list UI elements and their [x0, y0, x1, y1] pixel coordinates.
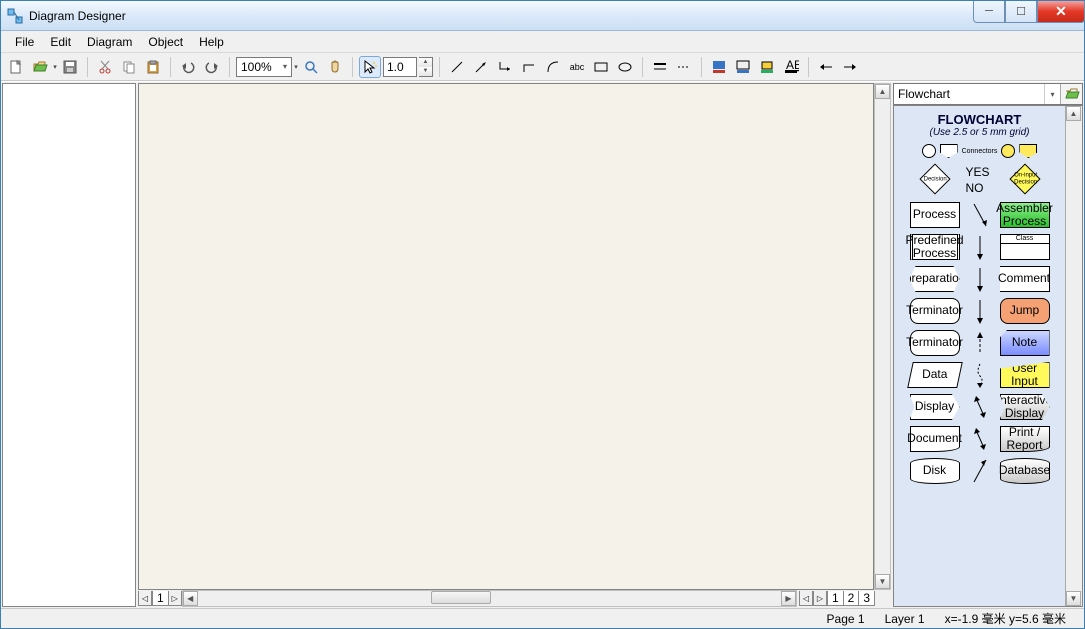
sheet-tab-1[interactable]: 1: [152, 591, 169, 606]
shape-connector-circle[interactable]: [922, 144, 936, 158]
connector2-button[interactable]: [518, 56, 540, 78]
arrowend-button[interactable]: [839, 56, 861, 78]
shape-class[interactable]: Class: [1000, 234, 1050, 260]
shape-userinput[interactable]: User Input: [1000, 362, 1050, 388]
toolbar: ▾ 100%▾ ▾ 1.0 ▲▼ abc AB: [1, 53, 1084, 81]
dash-button[interactable]: [673, 56, 695, 78]
shape-disk[interactable]: Disk: [910, 458, 960, 484]
layer-tab-3[interactable]: 3: [858, 591, 875, 606]
shape-terminator[interactable]: Terminator: [910, 298, 960, 324]
shape-display[interactable]: Display: [910, 394, 960, 420]
drawing-canvas[interactable]: [138, 83, 874, 590]
shape-palette: FLOWCHART (Use 2.5 or 5 mm grid) Connect…: [893, 105, 1083, 607]
paste-button[interactable]: [142, 56, 164, 78]
shape-document[interactable]: Document: [910, 426, 960, 452]
palette-combo-value: Flowchart: [898, 87, 950, 101]
save-button[interactable]: [59, 56, 81, 78]
menubar: File Edit Diagram Object Help: [1, 31, 1084, 53]
shape-comment[interactable]: Comment: [1000, 266, 1050, 292]
minimize-button[interactable]: ─: [973, 1, 1005, 23]
app-icon: [7, 8, 23, 24]
sheet-prev-button[interactable]: ◁: [138, 591, 152, 606]
titlebar: Diagram Designer ─ ☐ ✕: [1, 1, 1084, 31]
zoom-value: 100%: [241, 60, 272, 74]
maximize-button[interactable]: ☐: [1005, 1, 1037, 23]
fontcolor-button[interactable]: AB: [780, 56, 802, 78]
shape-connector-tag[interactable]: [940, 144, 958, 158]
sheet-next-button[interactable]: ▷: [168, 591, 182, 606]
lineweight-value: 1.0: [387, 60, 404, 74]
menu-object[interactable]: Object: [142, 33, 189, 51]
lineweight-input[interactable]: 1.0: [383, 57, 417, 77]
zoom-dropdown[interactable]: ▾: [294, 56, 298, 78]
palette-combo[interactable]: Flowchart: [894, 84, 1044, 104]
status-layer: Layer 1: [875, 612, 935, 626]
left-panel: [2, 83, 136, 607]
text-tool-button[interactable]: abc: [566, 56, 588, 78]
shape-oninput-decision[interactable]: On-input Decision: [1000, 164, 1050, 196]
shape-predefined[interactable]: Predefined Process: [910, 234, 960, 260]
open-dropdown[interactable]: ▾: [53, 56, 57, 78]
palette-vscrollbar[interactable]: ▲▼: [1065, 106, 1082, 606]
palette-subtitle: (Use 2.5 or 5 mm grid): [896, 127, 1063, 144]
status-coords: x=-1.9 毫米 y=5.6 毫米: [935, 610, 1076, 627]
cut-button[interactable]: [94, 56, 116, 78]
shape-data[interactable]: Data: [907, 362, 963, 388]
window-title: Diagram Designer: [29, 9, 973, 23]
zoom-tool-button[interactable]: [300, 56, 322, 78]
menu-diagram[interactable]: Diagram: [81, 33, 138, 51]
undo-button[interactable]: [177, 56, 199, 78]
shape-decision[interactable]: Decision: [910, 164, 960, 196]
fillcolor-button[interactable]: [708, 56, 730, 78]
menu-file[interactable]: File: [9, 33, 40, 51]
palette-title: FLOWCHART: [896, 110, 1063, 127]
open-button[interactable]: [29, 56, 51, 78]
copy-button[interactable]: [118, 56, 140, 78]
shape-terminator2[interactable]: Terminator: [910, 330, 960, 356]
shape-assembler[interactable]: Assembler Process: [1000, 202, 1050, 228]
line-tool-button[interactable]: [446, 56, 468, 78]
rect-tool-button[interactable]: [590, 56, 612, 78]
statusbar: Page 1 Layer 1 x=-1.9 毫米 y=5.6 毫米: [1, 608, 1084, 628]
linecolor-button[interactable]: [732, 56, 754, 78]
palette-combo-dropdown[interactable]: ▾: [1044, 84, 1060, 104]
layer-tab-2[interactable]: 2: [843, 591, 860, 606]
textcolor-button[interactable]: [756, 56, 778, 78]
shape-preparation[interactable]: Preparation: [910, 266, 960, 292]
shape-note[interactable]: Note: [1000, 330, 1050, 356]
lineweight-spinner[interactable]: ▲▼: [419, 57, 433, 77]
ellipse-tool-button[interactable]: [614, 56, 636, 78]
shape-database[interactable]: Database: [1000, 458, 1050, 484]
menu-help[interactable]: Help: [193, 33, 230, 51]
shape-process[interactable]: Process: [910, 202, 960, 228]
shape-connector-tag-y[interactable]: [1019, 144, 1037, 158]
zoom-combo[interactable]: 100%▾: [236, 57, 292, 77]
shape-printreport[interactable]: Print / Report: [1000, 426, 1050, 452]
canvas-vscrollbar[interactable]: ▲▼: [874, 83, 891, 590]
connector1-button[interactable]: [494, 56, 516, 78]
arrow-tool-button[interactable]: [470, 56, 492, 78]
close-button[interactable]: ✕: [1037, 1, 1085, 23]
status-page: Page 1: [817, 612, 875, 626]
redo-button[interactable]: [201, 56, 223, 78]
shape-interactive[interactable]: Interactive Display: [1000, 394, 1050, 420]
menu-edit[interactable]: Edit: [44, 33, 77, 51]
layer-next-button[interactable]: ▷: [813, 591, 827, 606]
connectors-label: Connectors: [962, 148, 998, 155]
arrowstart-button[interactable]: [815, 56, 837, 78]
palette-browse-button[interactable]: [1060, 84, 1082, 104]
new-button[interactable]: [5, 56, 27, 78]
layer-prev-button[interactable]: ◁: [799, 591, 813, 606]
layer-tab-1[interactable]: 1: [827, 591, 844, 606]
linestyle-button[interactable]: [649, 56, 671, 78]
pan-tool-button[interactable]: [324, 56, 346, 78]
select-tool-button[interactable]: [359, 56, 381, 78]
shape-jump[interactable]: Jump: [1000, 298, 1050, 324]
shape-connector-circle-y[interactable]: [1001, 144, 1015, 158]
curve-tool-button[interactable]: [542, 56, 564, 78]
canvas-hscrollbar[interactable]: ◀▶: [182, 590, 797, 607]
